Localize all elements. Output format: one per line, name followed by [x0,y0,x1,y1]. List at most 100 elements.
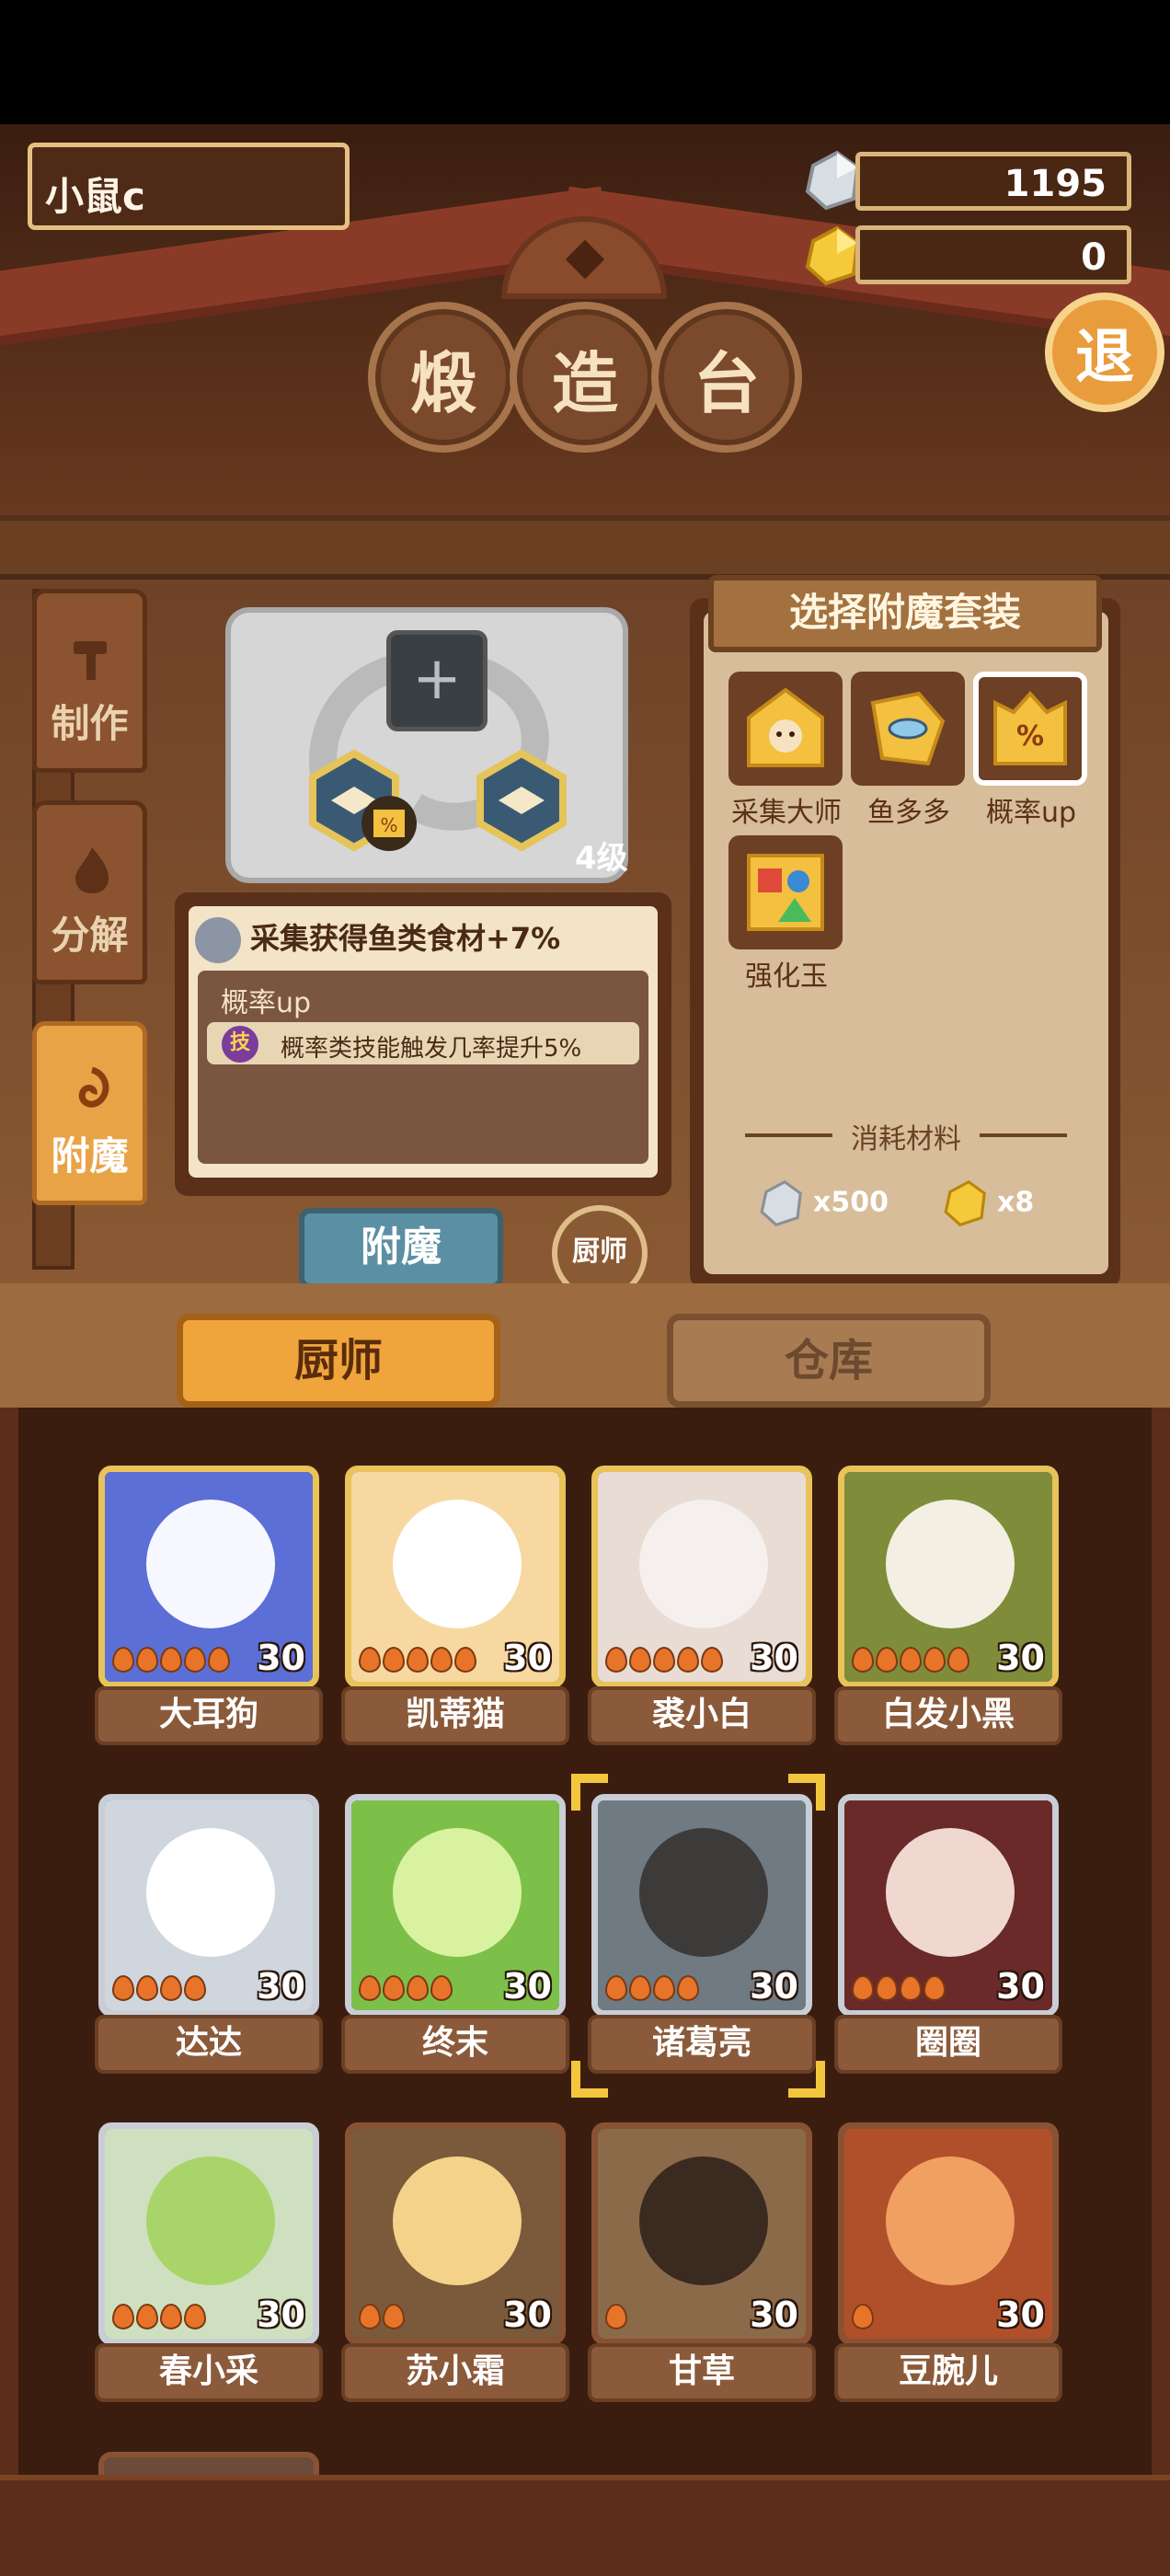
flame-star-icon [653,1975,675,2001]
flame-star-icon [184,1975,206,2001]
flame-star-icon [876,1975,898,2001]
flame-star-icon [677,1975,699,2001]
tab-decompose[interactable]: 分解 [32,800,147,984]
chef-level: 30 [750,1638,798,1678]
chef-name: 终末 [341,2015,569,2074]
chef-card[interactable]: 30 [345,1794,566,2017]
star-rating [359,1647,476,1673]
star-rating [605,1647,723,1673]
flame-star-icon [208,1647,230,1673]
chef-card[interactable]: 30 [591,2122,812,2345]
flame-star-icon [852,2304,874,2329]
fish-effect-icon [195,917,241,963]
chef-name: 裘小白 [588,1686,816,1745]
flame-star-icon [852,1647,874,1673]
flame-star-icon [876,1647,898,1673]
flame-star-icon [454,1647,476,1673]
flame-star-icon [184,1647,206,1673]
chef-name: 白发小黑 [834,1686,1062,1745]
percent-badge-icon: % [361,796,417,851]
shapes-icon [747,854,824,931]
set-item-fish-label: 鱼多多 [867,797,950,829]
chef-card[interactable]: 30 [591,1466,812,1688]
flame-star-icon [407,1975,429,2001]
flame-star-icon [407,1647,429,1673]
title-char-3: 台 [651,302,802,453]
chef-name: 达达 [95,2015,323,2074]
flame-star-icon [430,1975,453,2001]
effect-text: 采集获得鱼类食材+7% [250,921,561,956]
set-effect-name: 概率up [221,987,312,1019]
flame-star-icon [430,1647,453,1673]
chef-level: 30 [503,2294,552,2335]
silver-ore-count: 1195 [855,152,1131,211]
skill-badge-icon: 技 [222,1026,258,1063]
tab-chef[interactable]: 厨师 [177,1314,500,1408]
flame-star-icon [136,1647,158,1673]
star-rating [852,1975,946,2001]
star-rating [112,2304,206,2329]
star-rating [359,2304,405,2329]
gather-master-icon [747,687,824,767]
set-item-probability[interactable]: % [973,672,1087,786]
set-item-fish[interactable] [851,672,965,786]
star-rating [605,1975,699,2001]
star-rating [852,2304,874,2329]
flame-star-icon [629,1647,651,1673]
flame-star-icon [184,2304,206,2329]
chef-card[interactable]: 30 [591,1794,812,2017]
flame-star-icon [677,1647,699,1673]
chef-level: 30 [996,1638,1045,1678]
star-rating [852,1647,969,1673]
tab-craft-label: 制作 [51,701,129,746]
set-item-gather-master[interactable] [728,672,843,786]
tab-decompose-label: 分解 [51,913,129,958]
tab-enchant[interactable]: 附魔 [32,1021,147,1205]
chef-card[interactable]: 30 [838,2122,1059,2345]
slot-level: 4级 [575,840,628,877]
chef-name: 圈圈 [834,2015,1062,2074]
tab-bar [0,1283,1170,1412]
tab-craft[interactable]: 制作 [32,589,147,773]
gold-ore-count: 0 [855,225,1131,284]
star-rating [112,1975,206,2001]
chef-card[interactable]: 30 [98,1794,319,2017]
flame-star-icon [160,1975,182,2001]
forge-screen: 小鼠c 1195 0 煅 造 台 退 制作 分解 附魔 + % 4级 采集获得鱼… [0,0,1170,2576]
flame-star-icon [605,2304,627,2329]
material-gold-amount: x8 [997,1186,1035,1219]
set-panel-title: 选择附魔套装 [708,575,1102,652]
chef-card[interactable]: 30 [838,1466,1059,1688]
skill-effect-line: 技 概率类技能触发几率提升5% [207,1022,639,1064]
flame-star-icon [701,1647,723,1673]
set-item-gather-master-label: 采集大师 [731,797,842,829]
svg-text:%: % [1016,720,1044,753]
chef-card[interactable]: 30 [98,1466,319,1688]
hammer-icon [74,641,107,680]
add-gem-slot[interactable]: + [386,630,488,731]
set-item-probability-label: 概率up [985,797,1077,829]
chef-card[interactable]: 30 [98,2122,319,2345]
selection-corner [788,2061,825,2098]
exit-button[interactable]: 退 [1045,293,1164,412]
set-item-jade[interactable] [728,835,843,949]
flame-star-icon [160,1647,182,1673]
chef-card[interactable]: 30 [838,1794,1059,2017]
selection-corner [788,1774,825,1811]
chef-card[interactable]: 30 [345,1466,566,1688]
chef-name: 大耳狗 [95,1686,323,1745]
flame-star-icon [112,2304,134,2329]
chef-name: 春小采 [95,2343,323,2402]
gem-slot-right[interactable] [471,750,572,851]
star-rating [605,2304,627,2329]
material-silver: x500 [756,1178,889,1229]
enchant-button[interactable]: 附魔 [299,1208,503,1289]
chef-level: 30 [750,2294,798,2335]
silver-ore-icon [760,1179,802,1227]
title-char-2: 造 [510,302,660,453]
chef-card[interactable]: 30 [345,2122,566,2345]
tab-enchant-label: 附魔 [51,1133,129,1179]
bottom-bar [0,2475,1170,2576]
flame-star-icon [900,1647,922,1673]
tab-warehouse[interactable]: 仓库 [667,1314,991,1408]
